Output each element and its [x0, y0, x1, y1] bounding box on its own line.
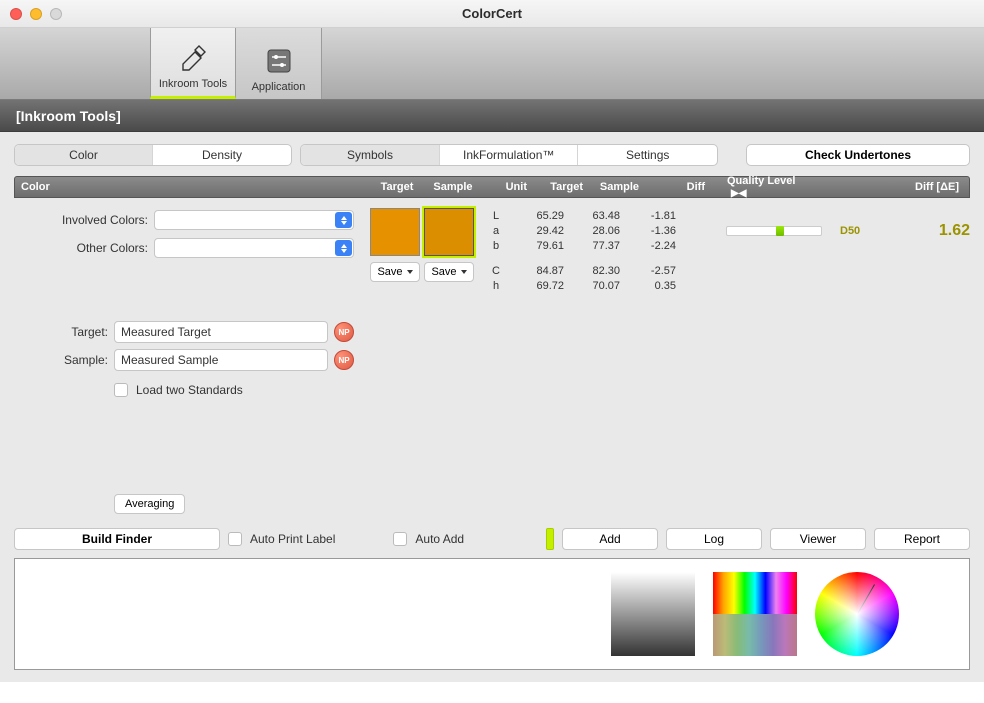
other-colors-select[interactable]	[154, 238, 354, 258]
chevron-updown-icon	[335, 212, 352, 228]
quality-level-bar	[726, 226, 822, 236]
load-two-standards-checkbox[interactable]	[114, 383, 128, 397]
color-wheel-preview	[815, 572, 899, 656]
viewer-button[interactable]: Viewer	[770, 528, 866, 550]
sample-swatch	[424, 208, 474, 256]
report-button[interactable]: Report	[874, 528, 970, 550]
involved-colors-label: Involved Colors:	[14, 213, 154, 227]
tab-density[interactable]: Density	[153, 145, 291, 165]
col-target-swatch: Target	[371, 181, 423, 193]
averaging-button[interactable]: Averaging	[114, 494, 185, 514]
delta-e-value: 1.62	[939, 222, 970, 240]
section-header: [Inkroom Tools]	[0, 100, 984, 132]
add-button[interactable]: Add	[562, 528, 658, 550]
auto-print-label-checkbox[interactable]	[228, 532, 242, 546]
lab-table: L65.2963.48-1.81 a29.4228.06-1.36 b79.61…	[484, 208, 676, 514]
np-badge-target[interactable]: NP	[334, 322, 354, 342]
col-color: Color	[15, 181, 371, 193]
build-finder-button[interactable]: Build Finder	[14, 528, 220, 550]
auto-add-label: Auto Add	[415, 532, 464, 546]
save-target-button[interactable]: Save	[370, 262, 420, 282]
color-wheel-needle-icon	[857, 584, 875, 614]
tab-color[interactable]: Color	[15, 145, 153, 165]
load-two-standards-label: Load two Standards	[136, 383, 243, 397]
illuminant-label: D50	[840, 225, 860, 237]
window-titlebar: ColorCert	[0, 0, 984, 28]
chevron-updown-icon	[335, 240, 352, 256]
col-target: Target	[533, 181, 589, 193]
quality-arrows-icon: ▶◀	[731, 188, 746, 199]
main-toolbar: Inkroom Tools Application	[0, 28, 984, 100]
check-undertones-button[interactable]: Check Undertones	[746, 144, 970, 166]
log-button[interactable]: Log	[666, 528, 762, 550]
eyedropper-icon	[177, 42, 209, 74]
hue-gradient-preview	[713, 572, 797, 656]
col-diff: Diff	[645, 181, 711, 193]
target-input[interactable]	[114, 321, 328, 343]
application-button[interactable]: Application	[236, 28, 322, 99]
col-sample-swatch: Sample	[423, 181, 483, 193]
auto-print-label-label: Auto Print Label	[250, 532, 335, 546]
col-quality: Quality Level ▶◀	[711, 175, 817, 199]
tab-settings[interactable]: Settings	[578, 145, 717, 165]
col-diffde: Diff [ΔE]	[817, 181, 969, 193]
sliders-icon	[263, 45, 295, 77]
window-title: ColorCert	[0, 6, 984, 21]
inkroom-tools-button[interactable]: Inkroom Tools	[150, 28, 236, 99]
col-unit: Unit	[483, 181, 533, 193]
target-swatch	[370, 208, 420, 256]
lightness-gradient-preview	[611, 572, 695, 656]
save-sample-button[interactable]: Save	[424, 262, 474, 282]
application-label: Application	[252, 81, 306, 93]
target-label: Target:	[14, 325, 114, 339]
involved-colors-select[interactable]	[154, 210, 354, 230]
tab-inkformulation[interactable]: InkFormulation™	[440, 145, 579, 165]
preview-panel	[14, 558, 970, 670]
mode-tabs-2: Symbols InkFormulation™ Settings	[300, 144, 718, 166]
sample-label: Sample:	[14, 353, 114, 367]
mode-tabs-1: Color Density	[14, 144, 292, 166]
sample-input[interactable]	[114, 349, 328, 371]
tab-symbols[interactable]: Symbols	[301, 145, 440, 165]
col-sample: Sample	[589, 181, 645, 193]
status-indicator	[546, 528, 554, 550]
auto-add-checkbox[interactable]	[393, 532, 407, 546]
inkroom-tools-label: Inkroom Tools	[159, 78, 227, 90]
other-colors-label: Other Colors:	[14, 241, 154, 255]
np-badge-sample[interactable]: NP	[334, 350, 354, 370]
column-header: Color Target Sample Unit Target Sample D…	[14, 176, 970, 198]
